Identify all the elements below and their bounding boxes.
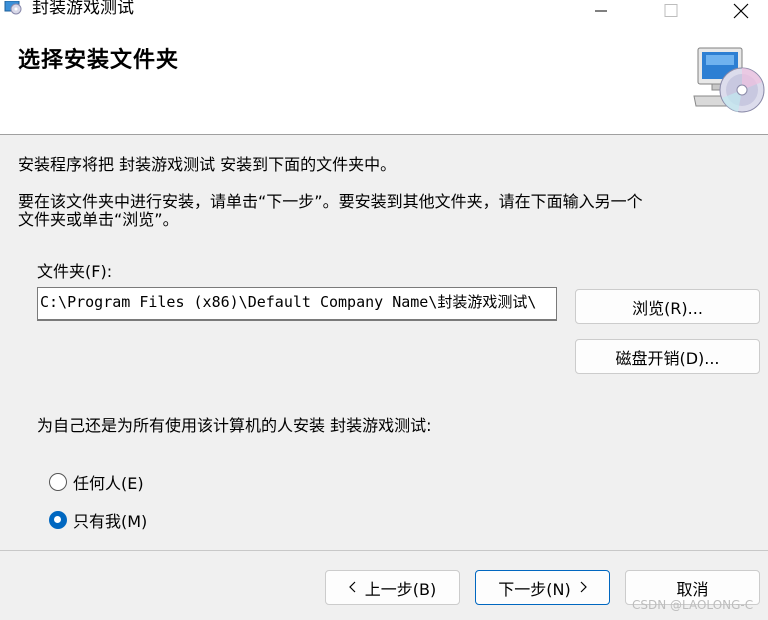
radio-checked-icon (49, 511, 67, 529)
folder-path-input[interactable]: C:\Program Files (x86)\Default Company N… (37, 287, 557, 321)
installer-app-icon (4, 0, 22, 15)
maximize-icon (664, 4, 678, 17)
radio-just-me[interactable]: 只有我(M) (49, 508, 147, 532)
disk-cost-button[interactable]: 磁盘开销(D)... (575, 339, 760, 374)
install-instructions-line2: 文件夹或单击“浏览”。 (18, 210, 179, 229)
radio-just-me-label: 只有我(M) (73, 512, 148, 531)
install-instructions-line1: 要在该文件夹中进行安装，请单击“下一步”。要安装到其他文件夹，请在下面输入另一个 (18, 192, 643, 211)
next-button-label: 下一步(N) (498, 579, 571, 599)
close-button[interactable] (718, 0, 764, 22)
header-banner: 选择安装文件夹 (0, 22, 768, 135)
minimize-button[interactable] (578, 0, 624, 22)
close-icon (733, 3, 749, 19)
install-intro-text: 安装程序将把 封装游戏测试 安装到下面的文件夹中。 (18, 155, 397, 174)
chevron-right-icon (579, 578, 587, 597)
computer-cd-icon (692, 44, 768, 114)
back-button-label: 上一步(B) (364, 579, 437, 599)
window-title: 封装游戏测试 (32, 0, 134, 18)
radio-everyone-label: 任何人(E) (73, 474, 144, 493)
title-bar: 封装游戏测试 (0, 0, 768, 22)
chevron-left-icon (348, 578, 357, 597)
back-button[interactable]: 上一步(B) (325, 570, 460, 605)
footer-divider (0, 550, 768, 551)
install-for-question: 为自己还是为所有使用该计算机的人安装 封装游戏测试: (37, 416, 432, 435)
folder-label: 文件夹(F): (37, 262, 113, 281)
radio-everyone[interactable]: 任何人(E) (49, 470, 144, 494)
maximize-button (648, 0, 694, 22)
radio-unchecked-icon (49, 473, 67, 491)
browse-button[interactable]: 浏览(R)... (575, 289, 760, 324)
page-title: 选择安装文件夹 (18, 48, 180, 73)
watermark-text: CSDN @LAOLONG-C (632, 598, 754, 612)
next-button[interactable]: 下一步(N) (475, 570, 610, 605)
minimize-icon (595, 10, 607, 12)
